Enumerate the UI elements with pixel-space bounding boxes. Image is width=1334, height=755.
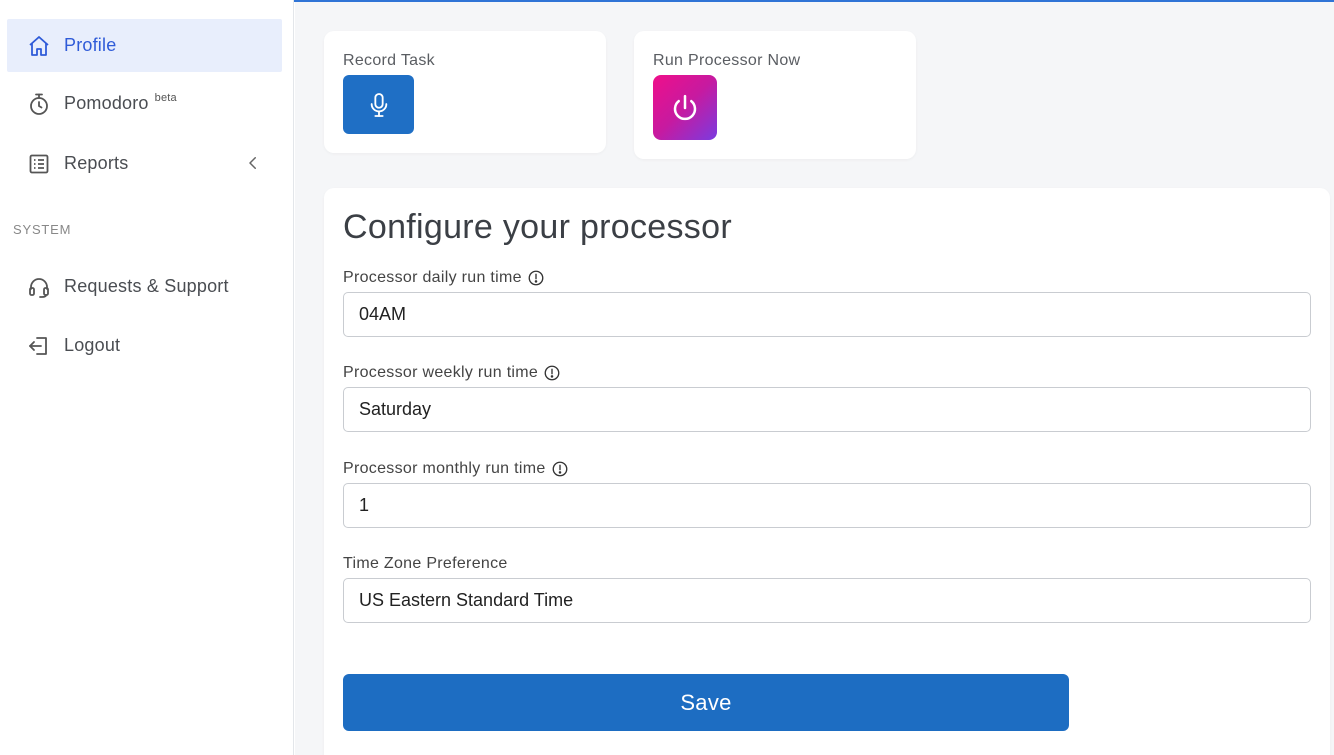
monthly-run-time-label: Processor monthly run time: [343, 460, 569, 478]
sidebar-item-label: Logout: [64, 335, 121, 355]
sidebar: Profile Pomodoro beta Reports SYSTEM Req…: [0, 0, 294, 755]
daily-run-time-field[interactable]: [343, 292, 1311, 337]
home-icon: [26, 33, 52, 59]
field-label-text: Time Zone Preference: [343, 555, 508, 572]
info-icon[interactable]: [551, 460, 569, 478]
record-task-card: Record Task: [324, 31, 606, 153]
list-icon: [26, 151, 52, 177]
record-task-button[interactable]: [343, 75, 414, 134]
sidebar-item-logout[interactable]: Logout: [7, 319, 282, 372]
sidebar-item-pomodoro[interactable]: Pomodoro beta: [7, 77, 282, 130]
section-label-system: SYSTEM: [13, 222, 72, 237]
configure-processor-card: Configure your processor Processor daily…: [324, 188, 1330, 755]
headset-icon: [26, 274, 52, 300]
sidebar-item-label: Pomodoro: [64, 93, 149, 113]
field-label-text: Processor weekly run time: [343, 364, 539, 381]
run-processor-button[interactable]: [653, 75, 717, 140]
time-zone-label: Time Zone Preference: [343, 555, 508, 573]
save-button[interactable]: Save: [343, 674, 1069, 731]
weekly-run-time-label: Processor weekly run time: [343, 364, 561, 382]
logout-icon: [26, 333, 52, 359]
field-label-text: Processor daily run time: [343, 269, 522, 286]
info-icon[interactable]: [527, 269, 545, 287]
run-processor-card: Run Processor Now: [634, 31, 916, 159]
monthly-run-time-field[interactable]: [343, 483, 1311, 528]
main-content: Record Task Run Processor Now Configure …: [295, 2, 1334, 755]
chevron-left-icon[interactable]: [244, 154, 262, 172]
field-label-text: Processor monthly run time: [343, 460, 546, 477]
power-icon: [673, 94, 697, 120]
sidebar-item-label: Profile: [64, 35, 117, 55]
sidebar-item-profile[interactable]: Profile: [7, 19, 282, 72]
page-title: Configure your processor: [343, 208, 732, 246]
stopwatch-icon: [26, 91, 52, 117]
microphone-icon: [370, 92, 387, 117]
info-icon[interactable]: [543, 364, 561, 382]
time-zone-field[interactable]: [343, 578, 1311, 623]
run-processor-title: Run Processor Now: [653, 52, 801, 69]
sidebar-item-requests-support[interactable]: Requests & Support: [7, 260, 282, 313]
beta-badge: beta: [154, 91, 177, 104]
daily-run-time-label: Processor daily run time: [343, 269, 545, 287]
sidebar-item-reports[interactable]: Reports: [7, 137, 282, 190]
sidebar-item-label: Requests & Support: [64, 276, 229, 296]
record-task-title: Record Task: [343, 52, 435, 69]
weekly-run-time-field[interactable]: [343, 387, 1311, 432]
app-root: Profile Pomodoro beta Reports SYSTEM Req…: [0, 0, 1334, 755]
sidebar-item-label: Reports: [64, 153, 129, 173]
